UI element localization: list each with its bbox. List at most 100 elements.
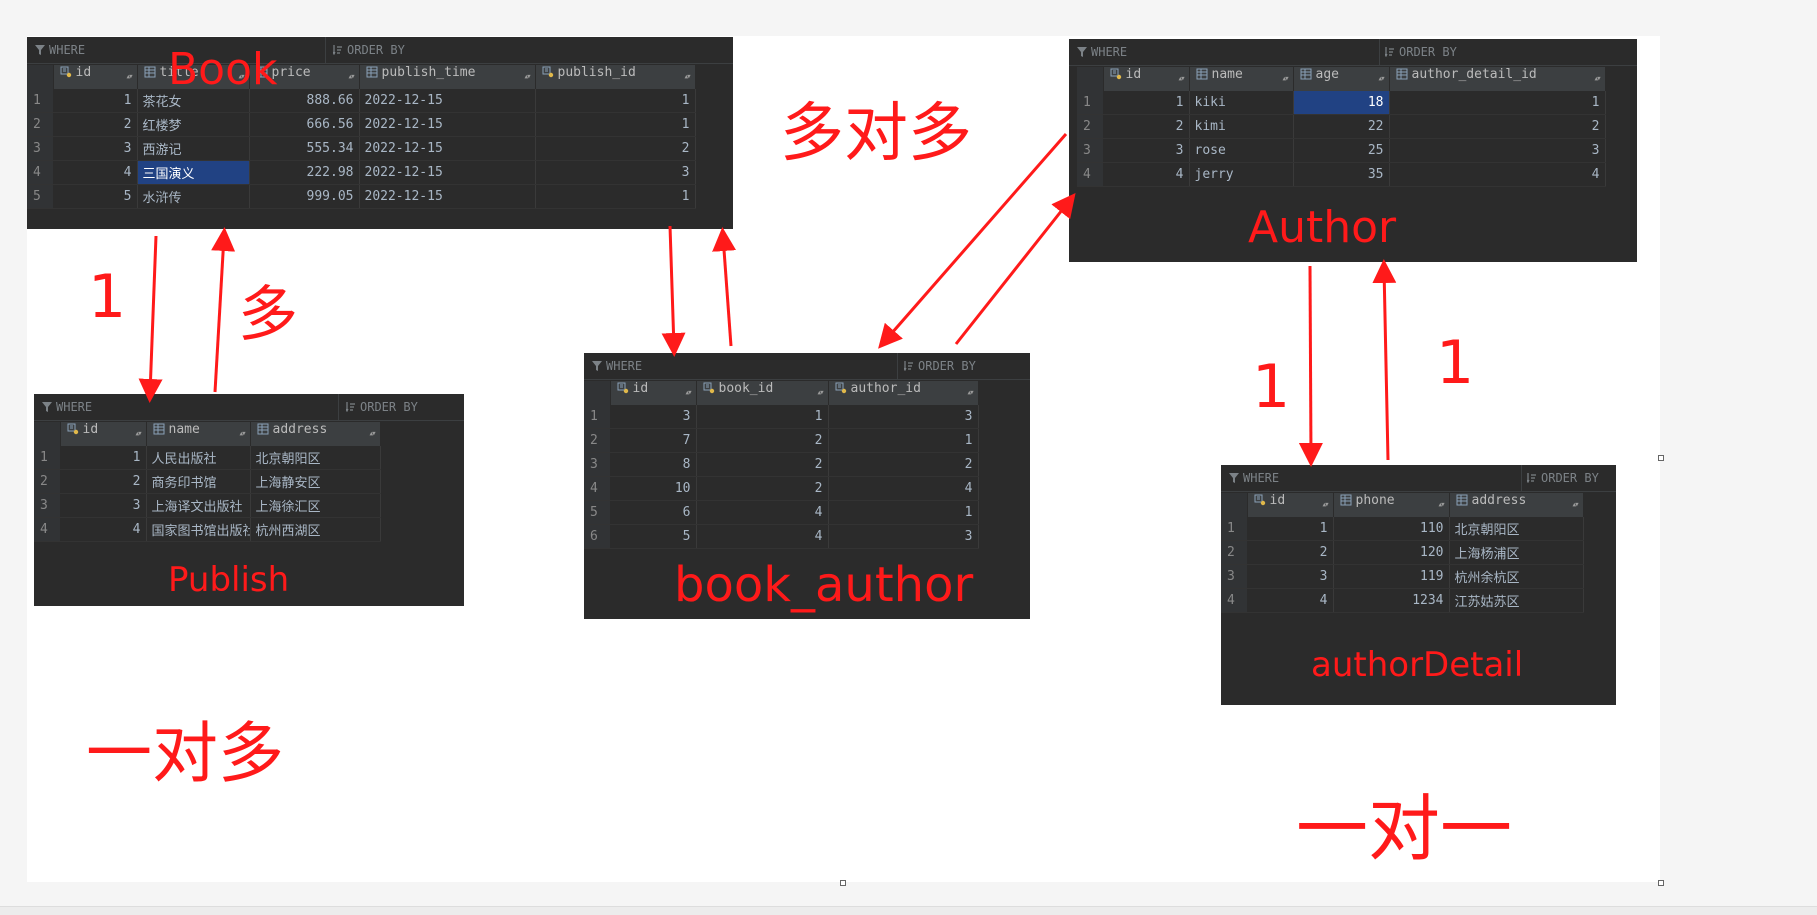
cell-id[interactable]: 5 [53,184,138,209]
cell-price[interactable]: 999.05 [249,184,360,209]
table-row[interactable]: 5641 [584,500,979,525]
table-row[interactable]: 4 4 国家图书馆出版社 杭州西湖区 [34,517,381,542]
cell-id[interactable]: 2 [1103,114,1190,139]
cell-author-detail-id[interactable]: 1 [1389,91,1606,115]
table-row[interactable]: 3 3 西游记 555.34 2022-12-15 2 [27,136,696,161]
cell-publish-time[interactable]: 2022-12-15 [359,112,536,137]
where-filter[interactable]: WHERE [35,43,85,57]
sort-toggle-icon[interactable]: ▴▾ [135,422,143,446]
cell-address[interactable]: 上海徐汇区 [250,493,381,518]
cell-id[interactable]: 2 [1247,540,1334,565]
cell-book-id[interactable]: 1 [696,405,829,429]
cell-title[interactable]: 水浒传 [137,184,250,209]
cell-age[interactable]: 25 [1293,138,1390,163]
cell-book-id[interactable]: 2 [696,452,829,477]
table-row[interactable]: 2 2 红楼梦 666.56 2022-12-15 1 [27,112,696,137]
cell-id[interactable]: 5 [610,524,697,549]
sort-toggle-icon[interactable]: ▴▾ [685,381,693,405]
cell-author-detail-id[interactable]: 3 [1389,138,1606,163]
cell-author-id[interactable]: 1 [828,500,979,525]
resize-handle-right[interactable] [1658,455,1664,461]
table-row[interactable]: 4 4 jerry 35 4 [1077,162,1606,187]
cell-book-id[interactable]: 2 [696,476,829,501]
column-header-name[interactable]: name ▴▾ [146,422,251,446]
cell-publish-id[interactable]: 1 [535,184,696,209]
cell-phone[interactable]: 120 [1333,540,1450,565]
column-header-name[interactable]: name ▴▾ [1189,67,1294,91]
cell-name[interactable]: jerry [1189,162,1294,187]
column-header-id[interactable]: id ▴▾ [53,65,138,89]
cell-author-id[interactable]: 1 [828,428,979,453]
cell-id[interactable]: 4 [1247,588,1334,613]
cell-address[interactable]: 江苏姑苏区 [1449,588,1584,613]
sort-toggle-icon[interactable]: ▴▾ [1178,67,1186,91]
cell-price[interactable]: 555.34 [249,136,360,161]
cell-author-id[interactable]: 3 [828,405,979,429]
table-row[interactable]: 2 2 商务印书馆 上海静安区 [34,469,381,494]
sort-toggle-icon[interactable]: ▴▾ [1438,493,1446,517]
cell-address[interactable]: 杭州余杭区 [1449,564,1584,589]
cell-publish-id[interactable]: 1 [535,112,696,137]
cell-phone[interactable]: 1234 [1333,588,1450,613]
cell-publish-time[interactable]: 2022-12-15 [359,136,536,161]
cell-publish-id[interactable]: 3 [535,160,696,185]
cell-publish-time[interactable]: 2022-12-15 [359,184,536,209]
table-row[interactable]: 6543 [584,524,979,549]
where-filter[interactable]: WHERE [1077,45,1127,59]
cell-age[interactable]: 22 [1293,114,1390,139]
cell-address[interactable]: 杭州西湖区 [250,517,381,542]
cell-author-detail-id[interactable]: 4 [1389,162,1606,187]
cell-id[interactable]: 3 [60,493,147,518]
table-row[interactable]: 1313 [584,405,979,429]
cell-id[interactable]: 7 [610,428,697,453]
where-filter[interactable]: WHERE [1229,471,1279,485]
column-header-address[interactable]: address ▴▾ [250,422,381,446]
where-filter[interactable]: WHERE [592,359,642,373]
cell-id[interactable]: 10 [610,476,697,501]
cell-id[interactable]: 1 [1247,517,1334,541]
column-header-author-detail-id[interactable]: author_detail_id ▴▾ [1389,67,1606,91]
cell-address[interactable]: 上海静安区 [250,469,381,494]
table-row[interactable]: 2721 [584,428,979,453]
cell-id[interactable]: 4 [1103,162,1190,187]
sort-toggle-icon[interactable]: ▴▾ [1322,493,1330,517]
sort-toggle-icon[interactable]: ▴▾ [348,65,356,89]
table-row[interactable]: 5 5 水浒传 999.05 2022-12-15 1 [27,184,696,209]
cell-age[interactable]: 35 [1293,162,1390,187]
cell-id[interactable]: 1 [53,89,138,113]
where-filter[interactable]: WHERE [42,400,92,414]
cell-name[interactable]: kimi [1189,114,1294,139]
cell-id[interactable]: 2 [60,469,147,494]
cell-author-id[interactable]: 3 [828,524,979,549]
sort-toggle-icon[interactable]: ▴▾ [1572,493,1580,517]
table-row[interactable]: 1 1 kiki 18 1 [1077,91,1606,115]
column-header-phone[interactable]: phone ▴▾ [1333,493,1450,517]
column-header-publish-time[interactable]: publish_time ▴▾ [359,65,536,89]
sort-toggle-icon[interactable]: ▴▾ [524,65,532,89]
order-by-filter[interactable]: ORDER BY [1385,45,1457,59]
table-row[interactable]: 4 4 三国演义 222.98 2022-12-15 3 [27,160,696,185]
column-header-publish-id[interactable]: publish_id ▴▾ [535,65,696,89]
cell-id[interactable]: 1 [1103,91,1190,115]
order-by-filter[interactable]: ORDER BY [333,43,405,57]
table-row[interactable]: 1 1 110 北京朝阳区 [1221,517,1584,541]
sort-toggle-icon[interactable]: ▴▾ [1282,67,1290,91]
cell-id[interactable]: 3 [1247,564,1334,589]
column-header-id[interactable]: id ▴▾ [60,422,147,446]
cell-title[interactable]: 三国演义 [137,160,250,185]
table-row[interactable]: 2 2 kimi 22 2 [1077,114,1606,139]
cell-name[interactable]: rose [1189,138,1294,163]
cell-id[interactable]: 3 [1103,138,1190,163]
cell-publish-id[interactable]: 1 [535,89,696,113]
cell-id[interactable]: 4 [53,160,138,185]
order-by-filter[interactable]: ORDER BY [1527,471,1599,485]
table-row[interactable]: 3 3 119 杭州余杭区 [1221,564,1584,589]
table-row[interactable]: 1 1 茶花女 888.66 2022-12-15 1 [27,89,696,113]
table-row[interactable]: 3 3 上海译文出版社 上海徐汇区 [34,493,381,518]
cell-author-detail-id[interactable]: 2 [1389,114,1606,139]
cell-title[interactable]: 红楼梦 [137,112,250,137]
cell-publish-time[interactable]: 2022-12-15 [359,89,536,113]
column-header-author-id[interactable]: author_id ▴▾ [828,381,979,405]
table-row[interactable]: 4 4 1234 江苏姑苏区 [1221,588,1584,613]
cell-phone[interactable]: 119 [1333,564,1450,589]
